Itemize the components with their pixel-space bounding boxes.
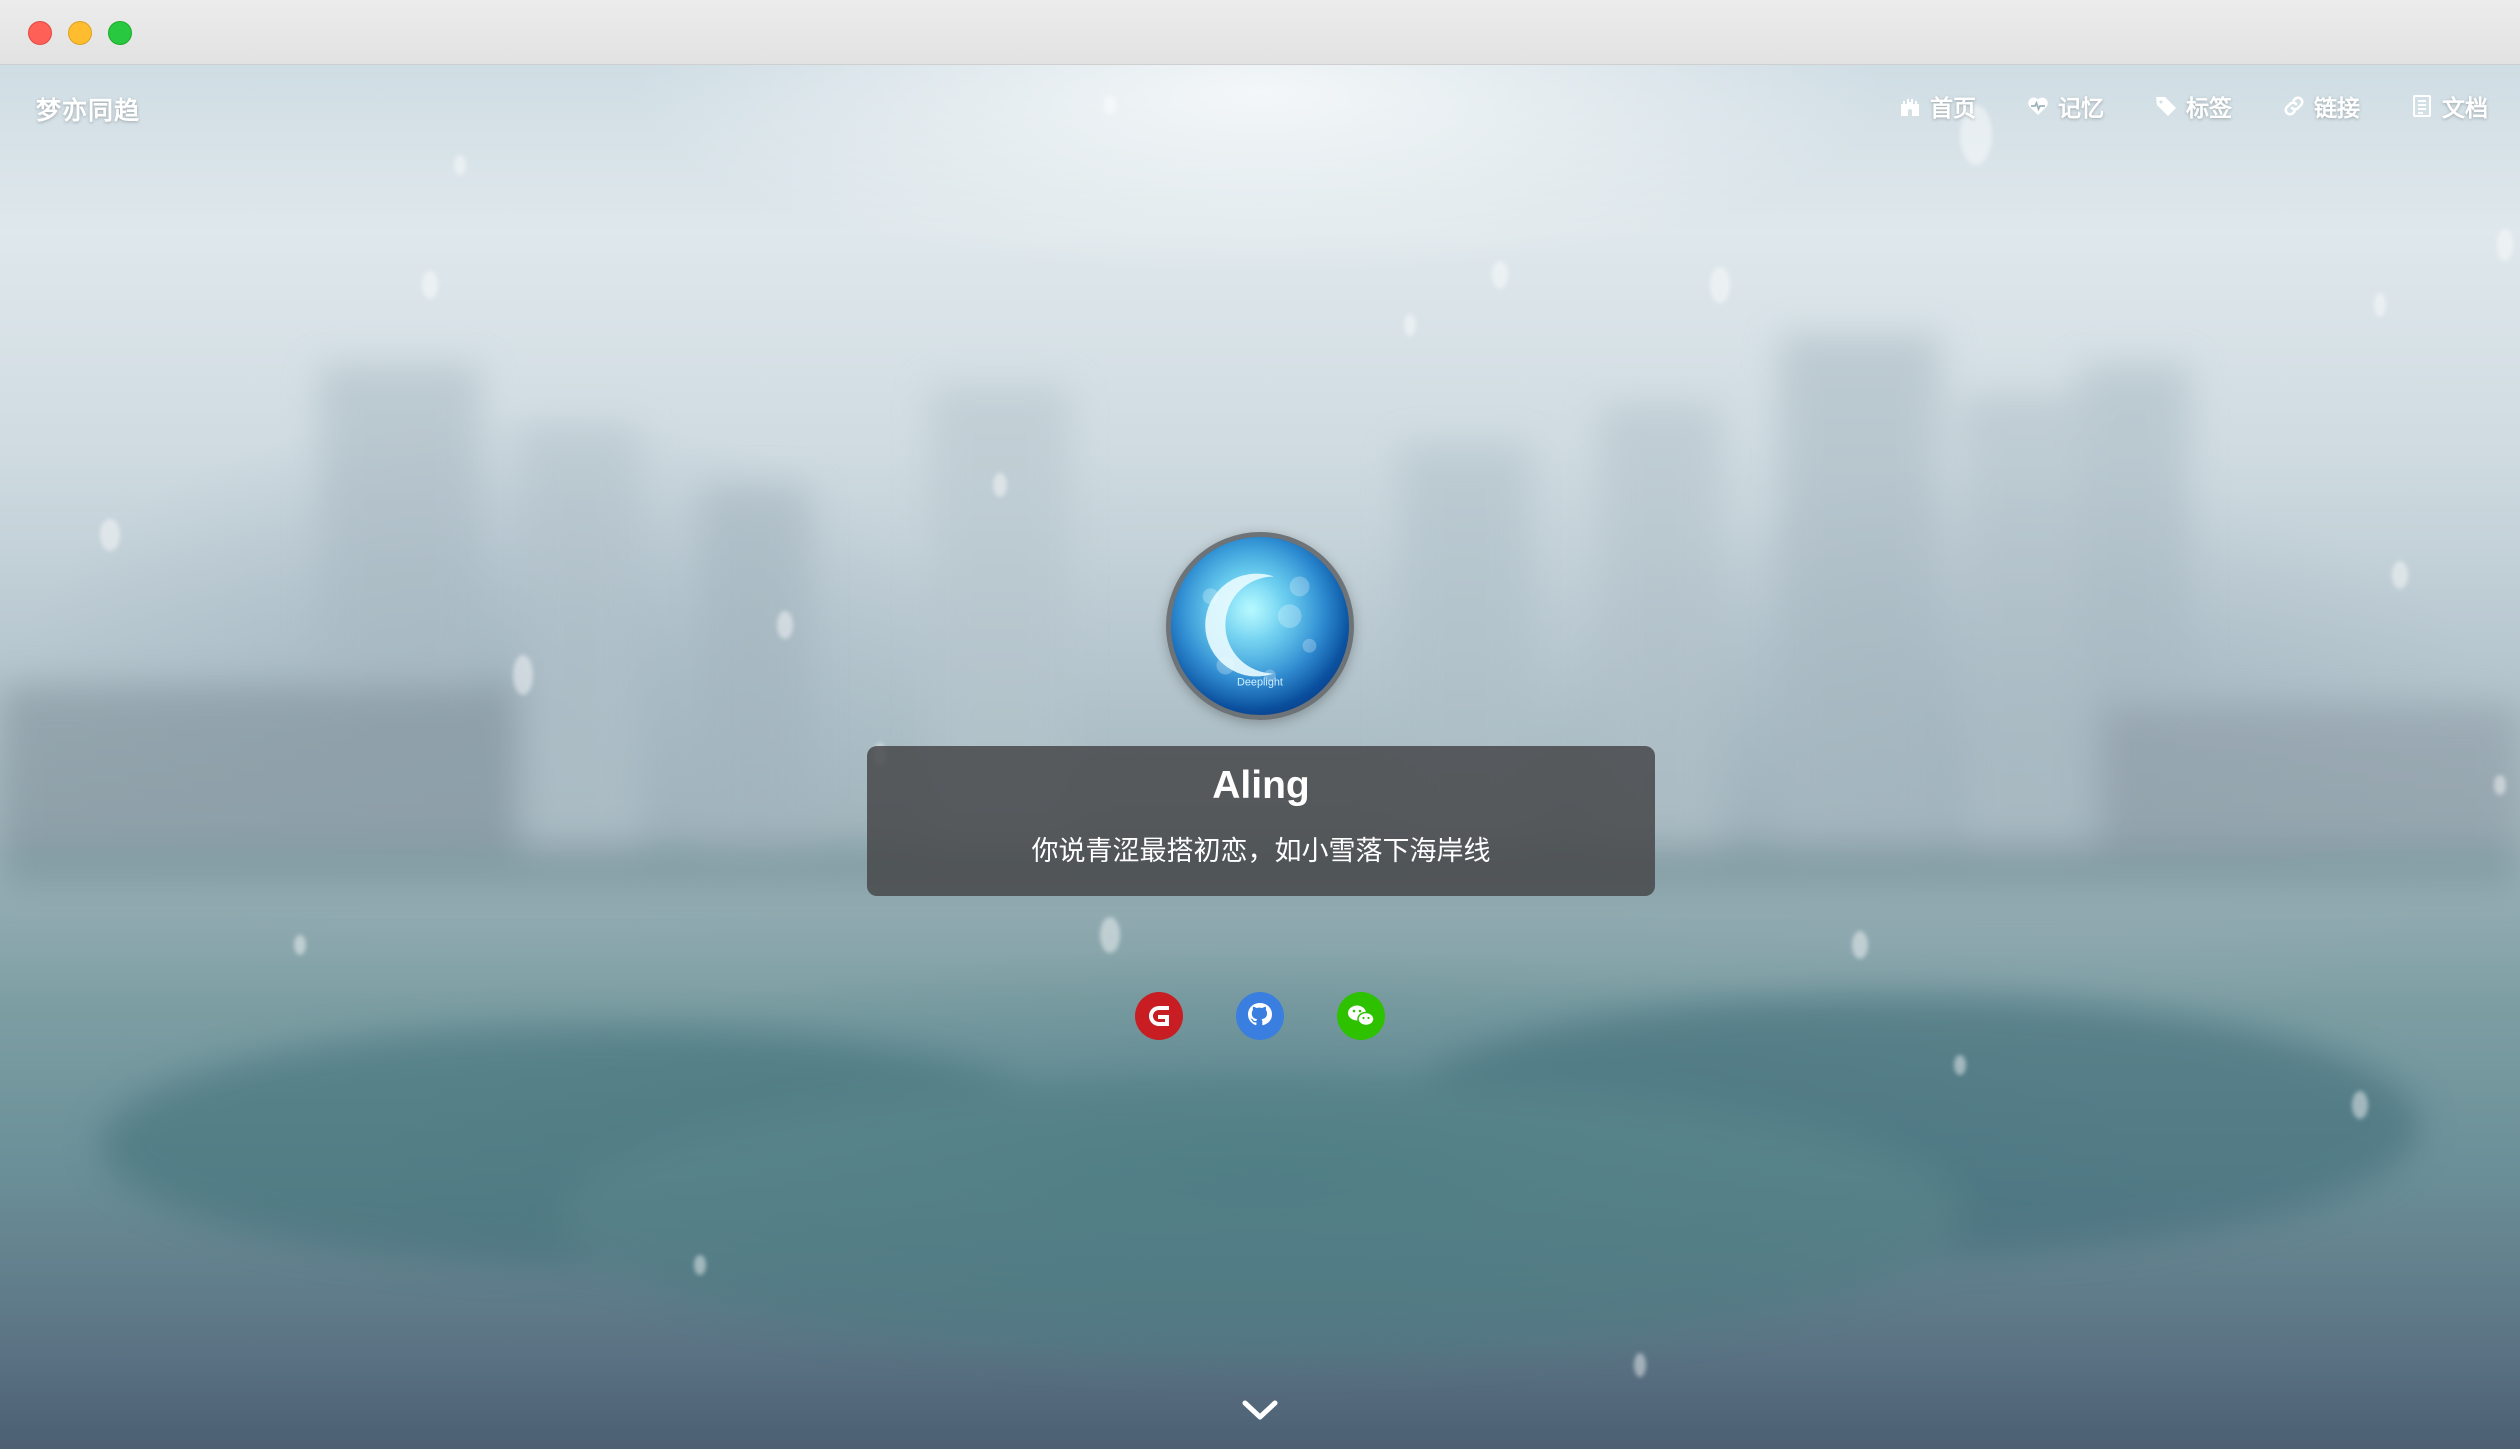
document-icon <box>2413 95 2431 117</box>
avatar[interactable]: Deeplight <box>1166 532 1354 720</box>
site-brand[interactable]: 梦亦同趋 <box>36 91 140 127</box>
nav-item-label: 首页 <box>1930 96 1976 122</box>
nav-item-memory[interactable]: 记忆 <box>2026 89 2104 123</box>
heartbeat-icon <box>2028 97 2048 115</box>
window-titlebar <box>0 0 2520 65</box>
minimize-window-button[interactable] <box>68 21 92 45</box>
close-window-button[interactable] <box>28 21 52 45</box>
crescent-moon-icon: Deeplight <box>1171 537 1349 715</box>
nav-item-tags[interactable]: 标签 <box>2154 89 2232 123</box>
profile-motto: 你说青涩最搭初恋，如小雪落下海岸线 <box>1031 836 1491 867</box>
nav-item-label: 文档 <box>2442 96 2488 122</box>
github-link[interactable] <box>1236 992 1284 1040</box>
profile-name: Aling <box>1212 764 1310 807</box>
nav-item-label: 记忆 <box>2058 96 2104 122</box>
svg-text:Deeplight: Deeplight <box>1237 676 1283 688</box>
nav-item-home[interactable]: 首页 <box>1898 89 1976 123</box>
github-icon <box>1236 992 1284 1040</box>
nav-item-label: 链接 <box>2314 96 2360 122</box>
hero-section: 梦亦同趋 首页 记忆 标签 链接 文档 Deeplight Aling 你说青涩… <box>0 65 2520 1449</box>
nav-item-links[interactable]: 链接 <box>2282 89 2360 123</box>
main-nav: 首页 记忆 标签 链接 文档 <box>1898 89 2488 123</box>
scroll-down-button[interactable] <box>1240 1395 1280 1425</box>
tag-icon <box>2156 97 2176 116</box>
profile-card: Aling 你说青涩最搭初恋，如小雪落下海岸线 <box>867 746 1655 896</box>
gitee-link[interactable] <box>1135 992 1183 1040</box>
chevron-down-icon <box>1242 1400 1278 1420</box>
wechat-link[interactable] <box>1337 992 1385 1040</box>
link-icon <box>2284 96 2304 116</box>
maximize-window-button[interactable] <box>108 21 132 45</box>
nav-item-docs[interactable]: 文档 <box>2410 89 2488 123</box>
wechat-icon <box>1337 992 1385 1040</box>
castle-icon <box>1901 99 1919 116</box>
gitee-icon <box>1135 992 1183 1040</box>
nav-item-label: 标签 <box>2186 96 2232 122</box>
browser-window: 梦亦同趋 首页 记忆 标签 链接 文档 Deeplight Aling 你说青涩… <box>0 0 2520 1449</box>
